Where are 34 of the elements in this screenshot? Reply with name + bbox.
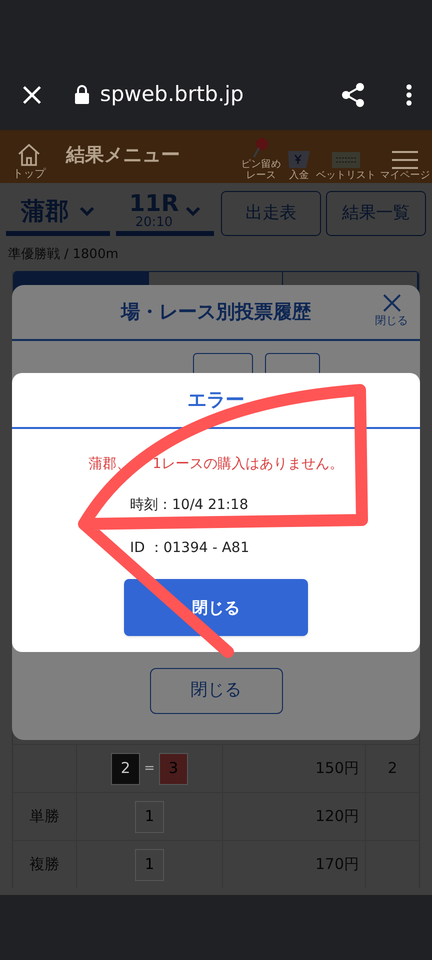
nav-button[interactable]: 入金	[286, 148, 312, 181]
ticket-icon	[331, 150, 361, 170]
pushpin-icon	[251, 137, 271, 159]
close-button[interactable]: 閉じる	[150, 668, 282, 714]
boat-number: 2	[111, 752, 140, 784]
modal-title: 場・レース別投票履歴	[121, 300, 311, 325]
nav-button[interactable]: マイページ	[380, 150, 430, 181]
close-button[interactable]: 閉じる	[124, 579, 308, 636]
nav-button[interactable]: ピン留めレース	[240, 137, 282, 181]
page-title: 結果メニュー	[66, 143, 180, 168]
chevron-down-icon	[184, 206, 201, 216]
url-text[interactable]: spweb.brtb.jp	[100, 79, 244, 111]
equals-sign: =	[144, 760, 155, 778]
error-message: 蒲郡、	[88, 455, 131, 474]
nav-button[interactable]: ベットリスト	[316, 150, 376, 181]
race-number: 11R	[129, 193, 179, 216]
close-icon	[382, 293, 402, 313]
boat-number: 1	[135, 800, 164, 832]
lock-icon	[74, 85, 90, 105]
more-icon[interactable]	[406, 84, 412, 106]
time-text: 時刻：10/4 21:18	[130, 496, 250, 515]
dialog-title: エラー	[188, 388, 244, 413]
chevron-down-icon	[78, 206, 95, 216]
home-icon	[16, 143, 42, 167]
share-icon[interactable]	[340, 82, 366, 108]
boat-number: 1	[135, 848, 164, 880]
boat-number: 3	[158, 752, 188, 784]
menu-icon	[391, 150, 419, 170]
id-text: ID ：01394 - A81	[130, 539, 250, 558]
error-message: 1レースの購入はありません。	[152, 455, 344, 474]
home-button[interactable]: トップ	[0, 143, 58, 181]
modal-close-button[interactable]: 閉じる	[375, 293, 408, 330]
yen-card-icon	[286, 148, 312, 170]
race-time: 20:10	[135, 216, 173, 229]
